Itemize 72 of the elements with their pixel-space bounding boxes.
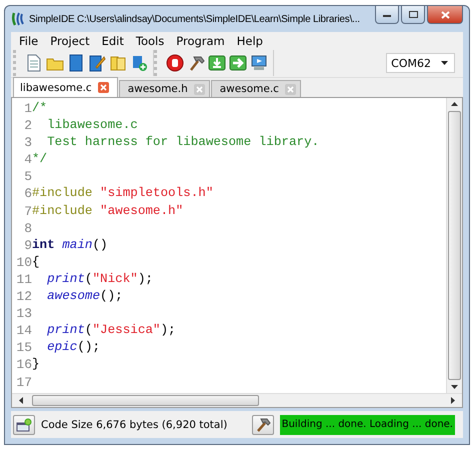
menu-item[interactable]: File [13, 34, 44, 48]
code-line: print("Nick"); [46, 270, 153, 288]
build-message: Building ... done. Loading ... done. [280, 414, 455, 434]
code-line: epic(); [46, 339, 100, 356]
line-number: 9 [23, 236, 32, 254]
code-line: print("Jessica"); [46, 322, 176, 340]
line-number: 1 [23, 100, 32, 118]
window-add-icon [16, 418, 32, 432]
close-icon [440, 10, 450, 18]
line-number: 10 [15, 254, 32, 271]
document-icon[interactable] [25, 54, 43, 72]
code-line: Test harness for libawesome library. [46, 134, 320, 152]
tab[interactable]: awesome.c [210, 80, 301, 97]
download-icon[interactable] [208, 54, 226, 72]
line-number: 5 [23, 168, 32, 186]
close-icon [286, 86, 294, 92]
line-number: 4 [23, 151, 32, 168]
menu-item[interactable]: Edit [96, 34, 130, 48]
code-size-label: Code Size 6,676 bytes (6,920 total) [41, 418, 228, 430]
line-number: 17 [15, 374, 32, 391]
add-icon[interactable] [130, 54, 148, 72]
line-number: 2 [23, 117, 32, 134]
dropdown-arrow-icon [441, 61, 448, 65]
code-line: #include "simpletools.h" [32, 185, 214, 202]
hammer-icon [254, 416, 271, 432]
maximize-icon [408, 11, 418, 18]
tab[interactable]: libawesome.c [13, 77, 118, 97]
code-line: #include "awesome.h" [32, 202, 184, 220]
hammer-icon[interactable] [187, 54, 205, 72]
close-icon [196, 86, 203, 92]
code-line: } [32, 356, 40, 374]
code-line: awesome(); [46, 288, 123, 306]
stop-icon[interactable] [166, 54, 184, 72]
menu-item[interactable]: Help [230, 34, 269, 48]
status-button[interactable] [13, 414, 35, 434]
maximize-button[interactable] [401, 6, 425, 24]
line-number: 8 [23, 220, 32, 237]
close-tab-button[interactable] [98, 82, 109, 93]
horizontal-scrollbar[interactable] [12, 393, 462, 407]
code-line: int main() [32, 236, 108, 254]
menu-item[interactable]: Program [170, 34, 231, 48]
close-button[interactable] [427, 6, 463, 24]
line-number: 13 [15, 305, 32, 322]
code-line: /* [32, 100, 48, 117]
monitor-icon[interactable] [250, 54, 268, 72]
scroll-right-icon[interactable] [451, 397, 455, 404]
line-number: 12 [15, 288, 32, 306]
scroll-down-icon[interactable] [451, 385, 458, 389]
book-icon[interactable] [67, 54, 85, 72]
app-icon [11, 11, 25, 27]
minimize-button[interactable] [375, 6, 399, 24]
line-number: 3 [23, 134, 32, 152]
line-number: 11 [15, 270, 32, 288]
tab[interactable]: awesome.h [118, 80, 210, 97]
scroll-up-icon[interactable] [451, 102, 458, 106]
line-number: 16 [15, 356, 32, 374]
code-line: libawesome.c [46, 117, 138, 134]
line-number: 7 [23, 202, 32, 220]
line-number: 6 [23, 185, 32, 203]
window-title: SimpleIDE C:\Users\alindsay\Documents\SimpleIDE\Learn\Simple Libraries\... [29, 14, 361, 24]
menu-item[interactable]: Tools [130, 34, 170, 48]
line-number: 14 [15, 322, 32, 340]
close-icon [100, 84, 107, 91]
vertical-scrollbar[interactable] [446, 98, 462, 393]
menu-item[interactable]: Project [44, 34, 96, 48]
code-line: */ [32, 151, 48, 168]
port-dropdown[interactable]: COM62 [386, 53, 455, 73]
code-line: { [32, 254, 40, 271]
scroll-left-icon[interactable] [19, 397, 23, 404]
pencil-icon[interactable] [88, 54, 106, 72]
build-status-button[interactable] [252, 414, 274, 434]
line-number: 15 [15, 339, 32, 356]
